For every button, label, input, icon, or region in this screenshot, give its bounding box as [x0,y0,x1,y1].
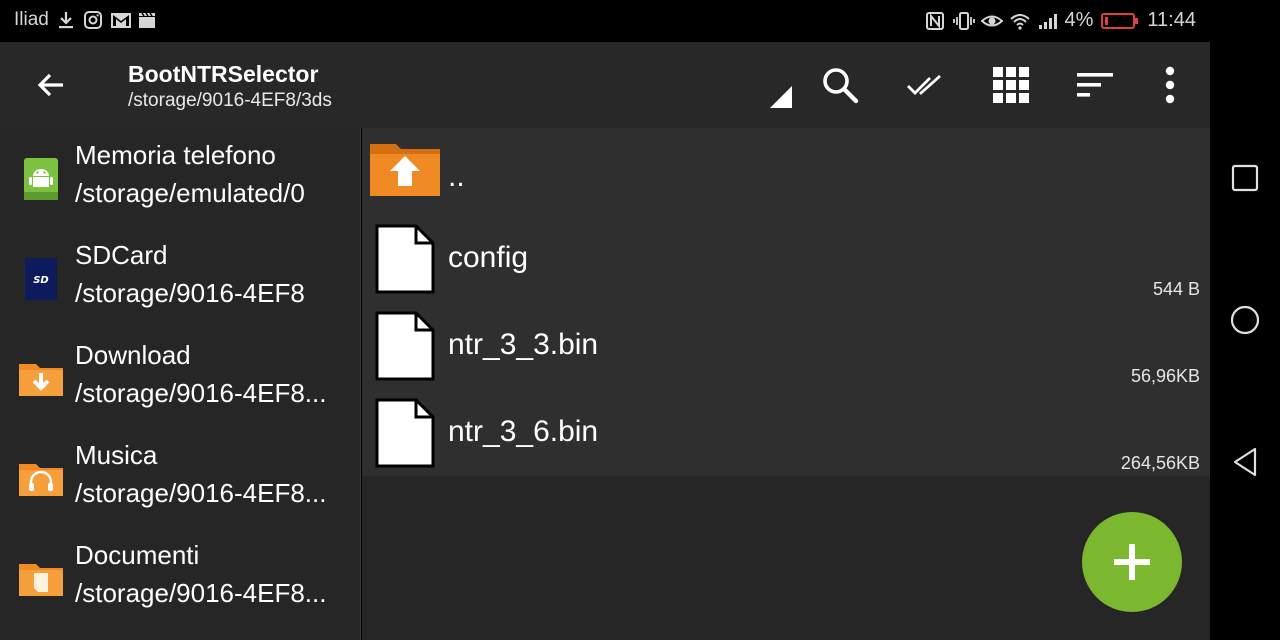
sidebar-item-documents[interactable]: Documenti /storage/9016-4EF8... [0,528,361,628]
sdcard-icon: SD [18,256,64,302]
sidebar-item-path: /storage/9016-4EF8... [75,378,327,408]
system-nav-bar [1210,0,1280,640]
page-title: BootNTRSelector [128,61,319,87]
storage-sidebar: Memoria telefono /storage/emulated/0 SD … [0,128,361,640]
current-path: /storage/9016-4EF8/3ds [128,90,332,111]
wifi-icon [1009,11,1030,31]
gmail-icon [110,10,131,30]
select-all-icon [907,74,941,95]
download-folder-icon [18,356,64,402]
sidebar-item-sdcard[interactable]: SD SDCard /storage/9016-4EF8 [0,228,361,328]
music-folder-icon [18,456,64,502]
more-options-button[interactable] [1147,62,1193,108]
sidebar-item-name: Memoria telefono [75,140,276,170]
dropdown-corner-icon[interactable] [770,86,792,108]
sort-button[interactable] [1073,62,1119,108]
triangle-back-icon [1233,447,1257,477]
file-name: .. [448,160,465,193]
sidebar-item-path: /storage/9016-4EF8... [75,478,327,508]
file-row[interactable]: ntr_3_3.bin 56,96KB [362,302,1210,389]
square-icon [1231,164,1259,192]
more-icon [1165,66,1175,104]
file-row[interactable]: config 544 B [362,215,1210,302]
file-name: ntr_3_6.bin [448,415,599,448]
plus-icon [1114,544,1150,580]
file-size: 264,56KB [1120,453,1200,473]
file-name: ntr_3_3.bin [448,328,599,361]
select-all-button[interactable] [902,62,948,108]
sidebar-item-name: Musica [75,440,158,470]
sidebar-item-name: Download [75,340,191,370]
search-button[interactable] [817,62,863,108]
app-bar: BootNTRSelector /storage/9016-4EF8/3ds [0,42,1210,128]
sidebar-item-phone-memory[interactable]: Memoria telefono /storage/emulated/0 [0,128,361,228]
file-icon [374,397,436,469]
file-size: 56,96KB [1130,366,1200,386]
file-browser: .. config 544 B ntr_3_3.bin 56,96KB ntr_… [362,128,1210,640]
signal-icon [1037,11,1057,31]
nfc-icon [925,11,945,31]
file-list: .. config 544 B ntr_3_3.bin 56,96KB ntr_… [362,128,1210,476]
eye-icon [980,11,1004,31]
sidebar-item-music[interactable]: Musica /storage/9016-4EF8... [0,428,361,528]
instagram-icon [83,10,103,30]
sidebar-item-path: /storage/9016-4EF8... [75,578,327,608]
grid-view-button[interactable] [988,62,1034,108]
carrier-label: Iliad [14,9,49,30]
android-storage-icon [18,156,64,202]
status-bar: Iliad 4% 11:44 [0,0,1210,42]
back-button[interactable] [30,64,72,106]
battery-icon [1101,11,1139,31]
grid-view-icon [993,67,1029,103]
clock: 11:44 [1147,9,1196,31]
sidebar-item-download[interactable]: Download /storage/9016-4EF8... [0,328,361,428]
circle-icon [1230,305,1260,335]
file-icon [374,223,436,295]
sidebar-item-path: /storage/emulated/0 [75,178,305,208]
file-row-parent[interactable]: .. [362,128,1210,215]
back-nav-button[interactable] [1227,444,1263,480]
file-size: 544 B [1152,279,1200,299]
file-name: config [448,241,529,274]
documents-folder-icon [18,556,64,602]
sidebar-item-path: /storage/9016-4EF8 [75,278,305,308]
file-row[interactable]: ntr_3_6.bin 264,56KB [362,389,1210,476]
svg-text:SD: SD [33,275,49,286]
search-icon [823,68,859,104]
download-icon [56,10,76,30]
sidebar-item-name: SDCard [75,240,168,270]
back-arrow-icon [37,73,63,97]
parent-folder-icon [368,138,442,198]
add-button[interactable] [1082,512,1182,612]
sort-icon [1077,73,1113,97]
clapper-icon [137,10,157,30]
file-icon [374,310,436,382]
sidebar-item-name: Documenti [75,540,200,570]
battery-percent: 4% [1064,9,1094,31]
recents-button[interactable] [1227,160,1263,196]
vibrate-icon [952,11,975,31]
home-button[interactable] [1227,302,1263,338]
